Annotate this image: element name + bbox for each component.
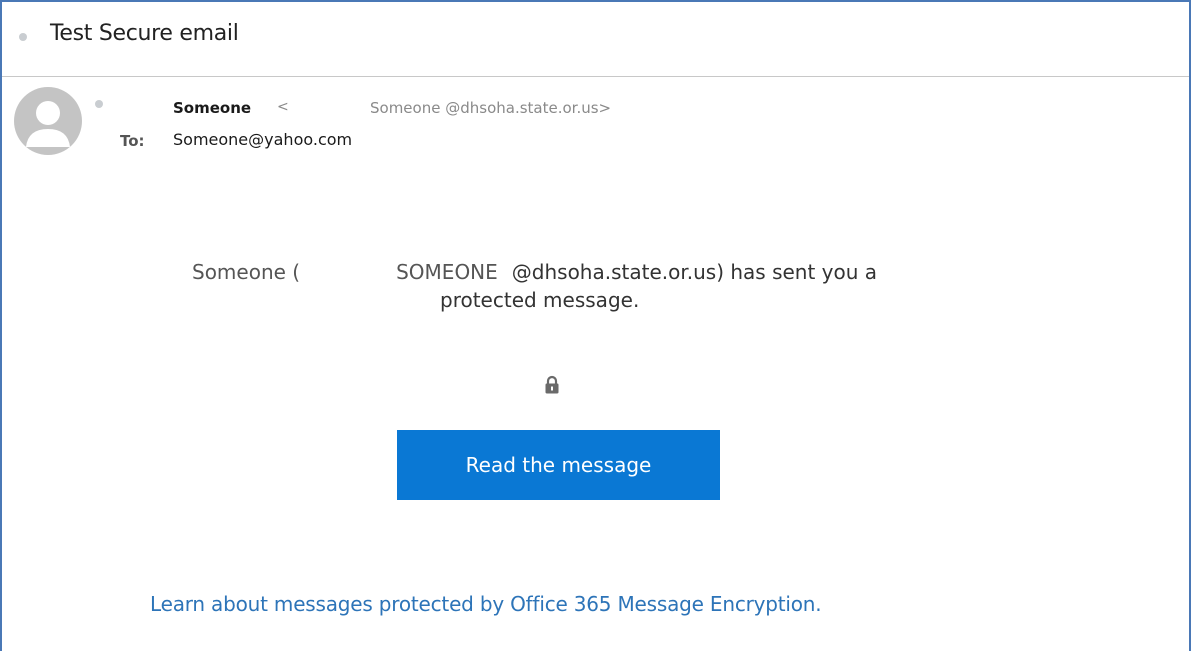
notice-sender-domain: @dhsoha.state.or.us) has sent you a xyxy=(511,260,878,284)
notice-sender-name: Someone ( xyxy=(192,260,301,284)
sender-name[interactable]: Someone xyxy=(173,99,251,117)
lock-icon xyxy=(545,375,559,394)
email-window: Test Secure email Someone < Someone @dhs… xyxy=(0,0,1191,651)
learn-more-link[interactable]: Learn about messages protected by Office… xyxy=(150,592,822,616)
notice-line-2: protected message. xyxy=(440,288,640,312)
to-label: To: xyxy=(120,132,145,150)
subject-header: Test Secure email xyxy=(2,2,1189,77)
sender-email: Someone @dhsoha.state.or.us> xyxy=(370,99,612,117)
dot-icon xyxy=(19,33,27,41)
notice-sender-upper: SOMEONE xyxy=(396,260,498,284)
sender-separator: < xyxy=(277,99,289,115)
recipient-email[interactable]: Someone@yahoo.com xyxy=(173,130,352,149)
dot-icon xyxy=(95,100,103,108)
notice-line-1: Someone ( SOMEONE @dhsoha.state.or.us) has… xyxy=(192,258,877,286)
person-avatar-icon[interactable] xyxy=(14,87,82,155)
email-subject: Test Secure email xyxy=(50,21,239,46)
read-message-button[interactable]: Read the message xyxy=(397,430,720,500)
